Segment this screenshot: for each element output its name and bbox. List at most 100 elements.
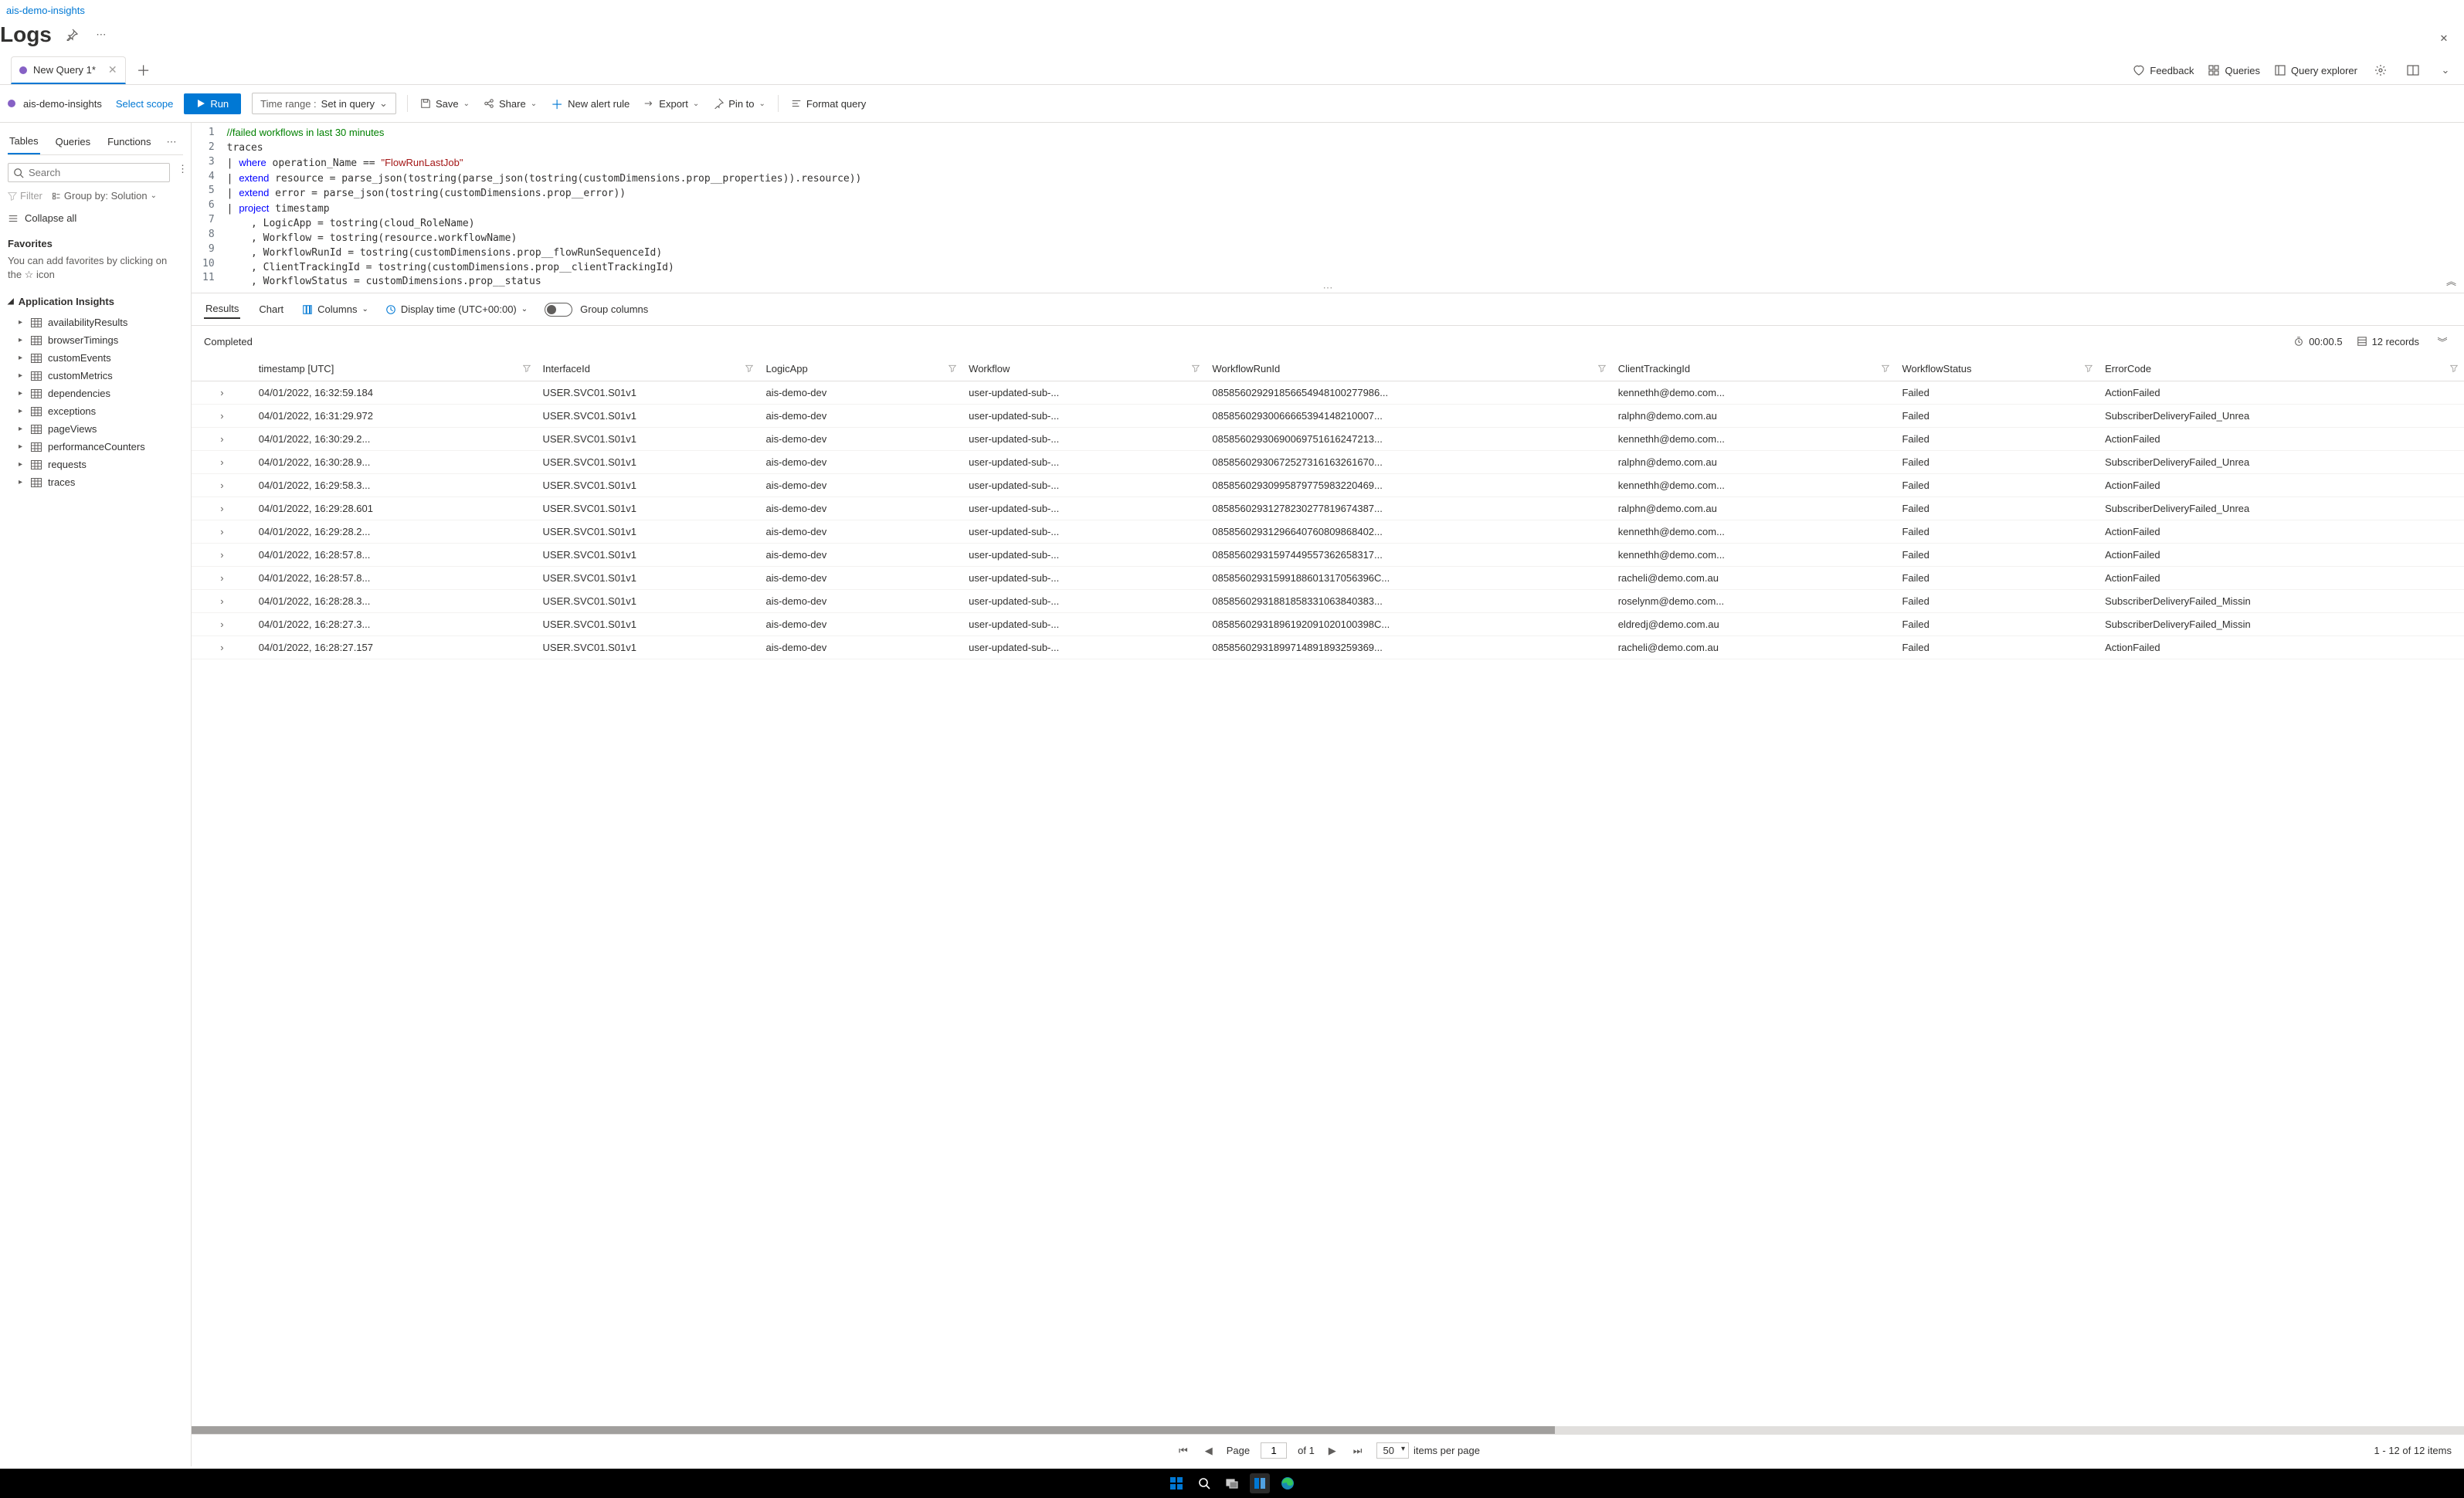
tree-item-availabilityResults[interactable]: ▸availabilityResults <box>8 313 183 331</box>
more-icon[interactable]: ⋯ <box>92 25 110 44</box>
sidebar-tab-functions[interactable]: Functions <box>106 130 152 154</box>
pager-prev-icon[interactable]: ◀ <box>1202 1443 1216 1459</box>
filter-icon[interactable] <box>949 363 956 374</box>
select-scope-link[interactable]: Select scope <box>116 98 173 110</box>
windows-taskbar[interactable] <box>0 1469 2464 1498</box>
editor-resize-handle[interactable]: ⋯ <box>1323 282 1333 294</box>
query-explorer-button[interactable]: Query explorer <box>2274 64 2357 76</box>
pager-next-icon[interactable]: ▶ <box>1325 1443 1339 1459</box>
table-row[interactable]: ›04/01/2022, 16:30:29.2...USER.SVC01.S01… <box>192 428 2464 451</box>
settings-icon[interactable] <box>2371 61 2390 80</box>
tree-item-browserTimings[interactable]: ▸browserTimings <box>8 331 183 349</box>
col-header[interactable]: timestamp [UTC] <box>253 357 537 381</box>
results-tab[interactable]: Results <box>204 300 240 319</box>
pin-icon[interactable] <box>63 25 81 44</box>
feedback-button[interactable]: Feedback <box>2133 64 2194 76</box>
horizontal-scrollbar[interactable] <box>192 1426 2464 1434</box>
results-grid[interactable]: timestamp [UTC]InterfaceIdLogicAppWorkfl… <box>192 357 2464 1426</box>
filter-icon[interactable] <box>523 363 531 374</box>
time-range-picker[interactable]: Time range : Set in query ⌄ <box>252 93 396 114</box>
share-button[interactable]: Share⌄ <box>482 95 538 113</box>
close-icon[interactable]: ✕ <box>2435 29 2453 48</box>
tree-item-customEvents[interactable]: ▸customEvents <box>8 349 183 367</box>
row-expand-icon[interactable]: › <box>192 497 253 520</box>
row-expand-icon[interactable]: › <box>192 474 253 497</box>
tree-item-requests[interactable]: ▸requests <box>8 456 183 473</box>
breadcrumb-link[interactable]: ais-demo-insights <box>6 5 85 16</box>
row-expand-icon[interactable]: › <box>192 636 253 659</box>
row-expand-icon[interactable]: › <box>192 428 253 451</box>
sidebar-more-icon[interactable]: ⋯ <box>166 136 176 148</box>
col-header[interactable]: ErrorCode <box>2099 357 2464 381</box>
row-expand-icon[interactable]: › <box>192 590 253 613</box>
collapse-all-button[interactable]: Collapse all <box>8 212 183 224</box>
add-tab-icon[interactable]: ＋ <box>131 57 157 83</box>
pager-last-icon[interactable]: ⏭ <box>1350 1443 1366 1459</box>
col-header[interactable]: ClientTrackingId <box>1612 357 1896 381</box>
row-expand-icon[interactable]: › <box>192 520 253 544</box>
table-row[interactable]: ›04/01/2022, 16:30:28.9...USER.SVC01.S01… <box>192 451 2464 474</box>
new-alert-button[interactable]: ＋New alert rule <box>549 91 631 116</box>
row-expand-icon[interactable]: › <box>192 405 253 428</box>
group-by-button[interactable]: Group by: Solution⌄ <box>52 190 157 202</box>
row-expand-icon[interactable]: › <box>192 544 253 567</box>
filter-icon[interactable] <box>2450 363 2458 374</box>
search-input[interactable] <box>29 167 165 178</box>
start-icon[interactable] <box>1166 1473 1186 1493</box>
table-row[interactable]: ›04/01/2022, 16:32:59.184USER.SVC01.S01v… <box>192 381 2464 405</box>
query-editor[interactable]: 1234567891011 //failed workflows in last… <box>192 123 2464 293</box>
filter-icon[interactable] <box>1192 363 1200 374</box>
col-header[interactable]: Workflow <box>962 357 1206 381</box>
filter-icon[interactable] <box>745 363 753 374</box>
queries-button[interactable]: Queries <box>2208 64 2260 76</box>
run-button[interactable]: Run <box>184 93 241 114</box>
taskbar-app-1[interactable] <box>1250 1473 1270 1493</box>
group-columns-toggle[interactable] <box>545 303 572 317</box>
task-view-icon[interactable] <box>1222 1473 1242 1493</box>
format-query-button[interactable]: Format query <box>789 95 867 113</box>
export-button[interactable]: Export⌄ <box>642 95 701 113</box>
filter-icon[interactable] <box>2085 363 2092 374</box>
results-expand-icon[interactable]: ︾ <box>2433 332 2452 351</box>
layout-icon[interactable] <box>2404 61 2422 80</box>
col-header[interactable]: LogicApp <box>759 357 962 381</box>
tree-item-pageViews[interactable]: ▸pageViews <box>8 420 183 438</box>
tree-item-dependencies[interactable]: ▸dependencies <box>8 385 183 402</box>
table-row[interactable]: ›04/01/2022, 16:28:57.8...USER.SVC01.S01… <box>192 544 2464 567</box>
search-kebab-icon[interactable]: ⋮ <box>178 163 188 175</box>
filter-icon[interactable] <box>1598 363 1606 374</box>
chevron-down-icon[interactable]: ⌄ <box>2436 61 2455 80</box>
table-row[interactable]: ›04/01/2022, 16:28:28.3...USER.SVC01.S01… <box>192 590 2464 613</box>
col-header[interactable]: WorkflowStatus <box>1896 357 2099 381</box>
chart-tab[interactable]: Chart <box>257 300 285 318</box>
table-row[interactable]: ›04/01/2022, 16:29:58.3...USER.SVC01.S01… <box>192 474 2464 497</box>
tree-item-exceptions[interactable]: ▸exceptions <box>8 402 183 420</box>
query-tab[interactable]: New Query 1* ✕ <box>11 56 126 84</box>
columns-button[interactable]: Columns⌄ <box>302 303 368 315</box>
tab-close-icon[interactable]: ✕ <box>108 63 117 76</box>
editor-expand-icon[interactable]: ︽ <box>2446 273 2456 288</box>
row-expand-icon[interactable]: › <box>192 381 253 405</box>
pager-ipp-select[interactable]: 50 <box>1376 1442 1409 1459</box>
col-header[interactable]: InterfaceId <box>537 357 760 381</box>
table-row[interactable]: ›04/01/2022, 16:29:28.601USER.SVC01.S01v… <box>192 497 2464 520</box>
tree-item-performanceCounters[interactable]: ▸performanceCounters <box>8 438 183 456</box>
pin-to-button[interactable]: Pin to⌄ <box>711 95 767 113</box>
tree-item-customMetrics[interactable]: ▸customMetrics <box>8 367 183 385</box>
search-input-wrapper[interactable] <box>8 163 170 182</box>
sidebar-tab-queries[interactable]: Queries <box>54 130 93 154</box>
table-row[interactable]: ›04/01/2022, 16:31:29.972USER.SVC01.S01v… <box>192 405 2464 428</box>
save-button[interactable]: Save⌄ <box>419 95 471 113</box>
table-row[interactable]: ›04/01/2022, 16:28:27.3...USER.SVC01.S01… <box>192 613 2464 636</box>
pager-first-icon[interactable]: ⏮ <box>1176 1443 1191 1459</box>
row-expand-icon[interactable]: › <box>192 451 253 474</box>
table-row[interactable]: ›04/01/2022, 16:28:27.157USER.SVC01.S01v… <box>192 636 2464 659</box>
tree-item-traces[interactable]: ▸traces <box>8 473 183 491</box>
sidebar-tab-tables[interactable]: Tables <box>8 129 40 154</box>
table-row[interactable]: ›04/01/2022, 16:28:57.8...USER.SVC01.S01… <box>192 567 2464 590</box>
filter-icon[interactable] <box>1882 363 1889 374</box>
display-time-button[interactable]: Display time (UTC+00:00)⌄ <box>385 303 528 315</box>
col-header[interactable]: WorkflowRunId <box>1206 357 1611 381</box>
edge-icon[interactable] <box>1278 1473 1298 1493</box>
row-expand-icon[interactable]: › <box>192 613 253 636</box>
